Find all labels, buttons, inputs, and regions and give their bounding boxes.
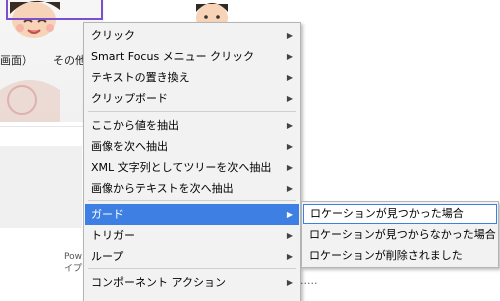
menu-item[interactable]: Smart Focus メニュー クリック ▶ [85,46,299,67]
menu-item-label: ループ [91,250,124,263]
menu-item-label: トリガー [91,229,135,242]
thumbnail-caption: その他 [53,54,86,67]
submenu-item-label: ロケーションが見つかった場合 [310,207,464,220]
menu-item-label: テキストの置き換え [91,71,190,84]
menu-item-label: ここから値を抽出 [91,119,179,132]
menu-separator [88,200,296,201]
menu-item-label: 画像を次へ抽出 [91,140,168,153]
background-text-line: イプ [64,264,83,274]
menu-item[interactable]: テキストの置き換え ▶ [85,67,299,88]
menu-item-label: Smart Focus メニュー クリック [91,50,255,63]
submenu-arrow-icon: ▶ [286,52,293,61]
menu-item[interactable]: クリップボード ▶ [85,88,299,109]
submenu-item[interactable]: ロケーションが見つかった場合 [303,204,497,224]
submenu-arrow-icon: ▶ [286,73,293,82]
menu-item[interactable]: ここから値を抽出 ▶ [85,115,299,136]
menu-item[interactable]: ガード ▶ [85,204,299,225]
menu-item-label: ガード [91,208,124,221]
submenu-arrow-icon: ▶ [286,121,293,130]
submenu-arrow-icon: ▶ [286,278,293,287]
side-panel [0,146,82,228]
menu-separator [88,268,296,269]
submenu-arrow-icon: ▶ [286,210,293,219]
submenu-arrow-icon: ▶ [286,231,293,240]
background-text: Pow イプ [64,251,82,275]
context-menu: クリック ▶ Smart Focus メニュー クリック ▶ テキストの置き換え ▶ クリッ… [83,22,301,301]
submenu-item-label: ロケーションが削除されました [309,249,463,262]
menu-item-label: クリップボード [91,92,168,105]
menu-item[interactable]: コンポーネント アクション ▶ [85,272,299,293]
submenu-arrow-icon: ▶ [286,252,293,261]
selection-frame [6,0,103,20]
guard-submenu: ロケーションが見つかった場合ロケーションが見つからなかった場合 ロケーションが削除… [301,201,499,268]
menu-item-label: 画像からテキストを次へ抽出 [91,182,234,195]
submenu-item[interactable]: ロケーションが見つからなかった場合 [303,225,497,245]
menu-item-label: XML 文字列としてツリーを次へ抽出 [91,161,272,174]
menu-item[interactable]: トリガー ▶ [85,225,299,246]
menu-item[interactable]: 画像を次へ抽出 ▶ [85,136,299,157]
submenu-arrow-icon: ▶ [286,163,293,172]
submenu-item[interactable]: ロケーションが削除されました [303,246,497,266]
submenu-arrow-icon: ▶ [286,31,293,40]
menu-item[interactable]: クリック ▶ [85,25,299,46]
background-text-line: Pow [64,252,82,262]
menu-item-label: コンポーネント アクション [91,276,226,289]
submenu-arrow-icon: ▶ [286,142,293,151]
menu-item[interactable]: ループ ▶ [85,246,299,267]
submenu-arrow-icon: ▶ [286,184,293,193]
submenu-arrow-icon: ▶ [286,94,293,103]
submenu-item-label: ロケーションが見つからなかった場合 [309,228,496,241]
menu-item-label: クリック [91,29,135,42]
thumbnail-caption: 画面） [0,54,33,67]
background-dots: ..... [300,274,318,287]
menu-item[interactable]: XML 文字列としてツリーを次へ抽出 ▶ [85,157,299,178]
menu-separator [88,111,296,112]
menu-item[interactable]: 画像からテキストを次へ抽出 ▶ [85,178,299,199]
